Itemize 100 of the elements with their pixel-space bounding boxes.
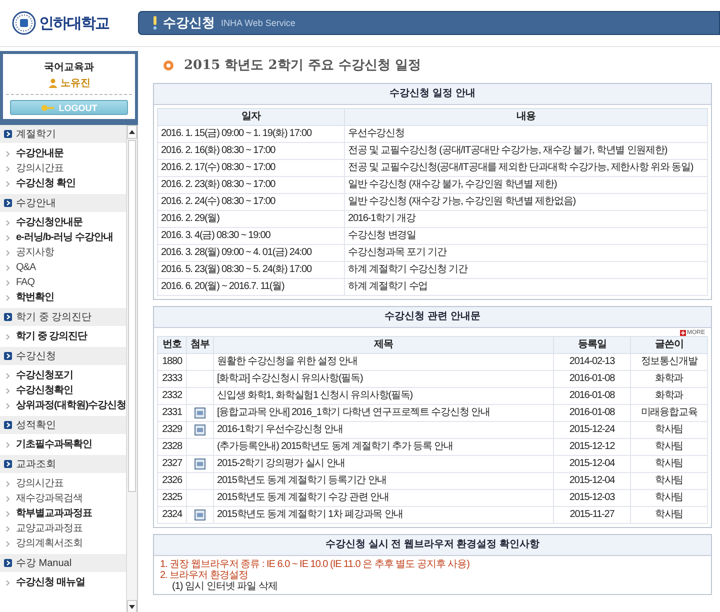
table-cell: 화학과: [630, 370, 708, 388]
menu-item[interactable]: Q&A: [16, 260, 36, 275]
menu-item[interactable]: e-러닝/b-러닝 수강안내: [16, 230, 113, 245]
table-cell: 2016. 1. 15(금) 09:00 ~ 1. 19(화) 17:00: [158, 126, 344, 142]
scroll-up-icon[interactable]: [127, 125, 137, 139]
menu-section-header[interactable]: 계절학기: [0, 125, 126, 143]
chevron-icon: [6, 334, 10, 340]
notice-title-link[interactable]: 2015학년도 동계 계절학기 1차 폐강과목 안내: [214, 506, 554, 524]
notice-title-link[interactable]: 2015학년도 동계 계절학기 수강 관련 안내: [214, 490, 554, 506]
notice-title-link[interactable]: 신입생 화학1, 화학실험1 신청시 유의사항(필독): [214, 388, 554, 404]
menu-section-header[interactable]: 수강 Manual: [0, 554, 126, 572]
attachment-icon[interactable]: [194, 407, 206, 419]
key-icon: [40, 104, 55, 112]
panel-header: 수강신청 실시 전 웹브라우저 환경설정 확인사항: [154, 535, 711, 556]
arrow-square-icon: [4, 559, 12, 567]
notice-title-link[interactable]: 원활한 수강신청을 위한 설정 안내: [214, 354, 554, 370]
notice-title-link[interactable]: 2015-2학기 강의평가 실시 안내: [214, 456, 554, 472]
menu-item[interactable]: 강의시간표: [16, 161, 64, 176]
attachment-icon[interactable]: [194, 458, 206, 470]
table-cell: 2333: [158, 370, 186, 388]
menu-item[interactable]: FAQ: [16, 275, 35, 290]
university-logo-text: 인하대학교: [39, 14, 109, 32]
scrollbar[interactable]: [126, 125, 137, 612]
menu-section-title: 수강 Manual: [16, 557, 72, 570]
menu-item[interactable]: 학번확인: [16, 290, 54, 305]
table-cell: 일반 수강신청 (재수강 불가, 수강인원 학년별 제한): [344, 176, 708, 194]
exclamation-icon: [153, 16, 157, 30]
bullet-icon: [163, 60, 174, 70]
menu-item[interactable]: 수강신청포기: [16, 368, 73, 383]
scroll-down-icon[interactable]: [127, 600, 137, 612]
table-cell: 학사팀: [630, 506, 708, 524]
chevron-icon: [6, 294, 10, 300]
notice-title-link[interactable]: 2016-1학기 우선수강신청 안내: [214, 422, 554, 438]
menu-section-title: 성적확인: [16, 419, 56, 432]
menu-section-header[interactable]: 수강신청: [0, 347, 126, 365]
table-cell: 2325: [158, 490, 186, 506]
menu-item[interactable]: 수강신청안내문: [16, 215, 82, 230]
menu-section-title: 학기 중 강의진단: [16, 311, 92, 324]
table-cell: 2014-02-13: [554, 354, 630, 370]
menu-section-header[interactable]: 교과조회: [0, 455, 126, 473]
panel-header: 수강신청 일정 안내: [154, 84, 711, 105]
department-label: 국어교육과: [44, 61, 94, 74]
column-header: 번호: [158, 336, 186, 354]
chevron-icon: [6, 510, 10, 516]
menu-item[interactable]: 수강신청확인: [16, 383, 73, 398]
notice-title-link[interactable]: 2015학년도 동계 계절학기 등록기간 안내: [214, 472, 554, 490]
column-header: 내용: [344, 108, 708, 126]
menu-item[interactable]: 수강신청 매뉴얼: [16, 575, 85, 590]
menu-section-header[interactable]: 수강안내: [0, 194, 126, 212]
arrow-square-icon: [4, 199, 12, 207]
menu-item[interactable]: 상위과정(대학원)수강신청: [16, 398, 126, 413]
table-cell: 2015-11-27: [554, 506, 630, 524]
table-cell: 2015-12-04: [554, 472, 630, 490]
notice-title-link[interactable]: [화학과] 수강신청시 유의사항(필독): [214, 370, 554, 388]
notice-title-link[interactable]: (추가등록안내) 2015학년도 동계 계절학기 추가 등록 안내: [214, 438, 554, 456]
menu-item[interactable]: 교양교과과정표: [16, 521, 82, 536]
menu-section-header[interactable]: 성적확인: [0, 416, 126, 434]
menu-item[interactable]: 수강안내문: [16, 146, 64, 161]
menu-section-title: 교과조회: [16, 458, 56, 471]
column-header: 글쓴이: [630, 336, 708, 354]
panel-header: 수강신청 관련 안내문: [154, 307, 711, 328]
menu-item[interactable]: 수강신청 확인: [16, 176, 76, 191]
column-header: 제목: [214, 336, 554, 354]
table-cell: 2327: [158, 456, 186, 472]
table-cell: 2016. 3. 4(금) 08:30 ~ 19:00: [158, 228, 344, 244]
menu-item[interactable]: 기초필수과목확인: [16, 437, 92, 452]
table-cell: 2016. 2. 16(화) 08:30 ~ 17:00: [158, 142, 344, 160]
chevron-icon: [6, 496, 10, 502]
attachment-icon[interactable]: [194, 424, 206, 436]
table-cell: 우선수강신청: [344, 126, 708, 142]
menu-item[interactable]: 공지사항: [16, 245, 54, 260]
attachment-icon[interactable]: [194, 509, 206, 521]
table-cell: 2326: [158, 472, 186, 490]
table-cell: 하계 계절학기 수업: [344, 278, 708, 296]
column-header: 첨부: [186, 336, 214, 354]
menu-item[interactable]: 학기 중 강의진단: [16, 329, 88, 344]
chevron-icon: [6, 250, 10, 256]
table-cell: 학사팀: [630, 472, 708, 490]
menu-item[interactable]: 학부별교과과정표: [16, 506, 92, 521]
table-cell: 전공 및 교필수강신청 (공대/IT공대만 수강가능, 재수강 불가, 학년별 인원제한): [344, 142, 708, 160]
instruction-line: 2. 브라우저 환경설정: [160, 570, 249, 581]
header-subtitle: INHA Web Service: [221, 18, 296, 28]
table-cell: 2331: [158, 404, 186, 422]
table-cell: 2016. 2. 29(월): [158, 210, 344, 228]
chevron-icon: [6, 166, 10, 172]
table-cell: 학사팀: [630, 490, 708, 506]
table-cell: 학사팀: [630, 422, 708, 438]
table-cell: 2016. 2. 24(수) 08:30 ~ 17:00: [158, 194, 344, 210]
table-cell: 수강신청과목 포기 기간: [344, 244, 708, 262]
chevron-icon: [6, 264, 10, 270]
instruction-line: (1) 임시 인터넷 파일 삭제: [171, 581, 278, 592]
table-cell: 2015-12-04: [554, 456, 630, 472]
table-cell: 2015-12-24: [554, 422, 630, 438]
table-cell: 2016. 2. 17(수) 08:30 ~ 17:00: [158, 160, 344, 176]
notice-title-link[interactable]: [융합교과목 안내] 2016_1학기 다학년 연구프로젝트 수강신청 안내: [214, 404, 554, 422]
table-cell: 2016. 6. 20(월) ~ 2016.7. 11(월): [158, 278, 344, 296]
menu-item[interactable]: 재수강과목검색: [16, 491, 82, 506]
menu-section-header[interactable]: 학기 중 강의진단: [0, 308, 126, 326]
menu-item[interactable]: 강의시간표: [16, 476, 64, 491]
menu-item[interactable]: 강의계획서조회: [16, 536, 82, 551]
